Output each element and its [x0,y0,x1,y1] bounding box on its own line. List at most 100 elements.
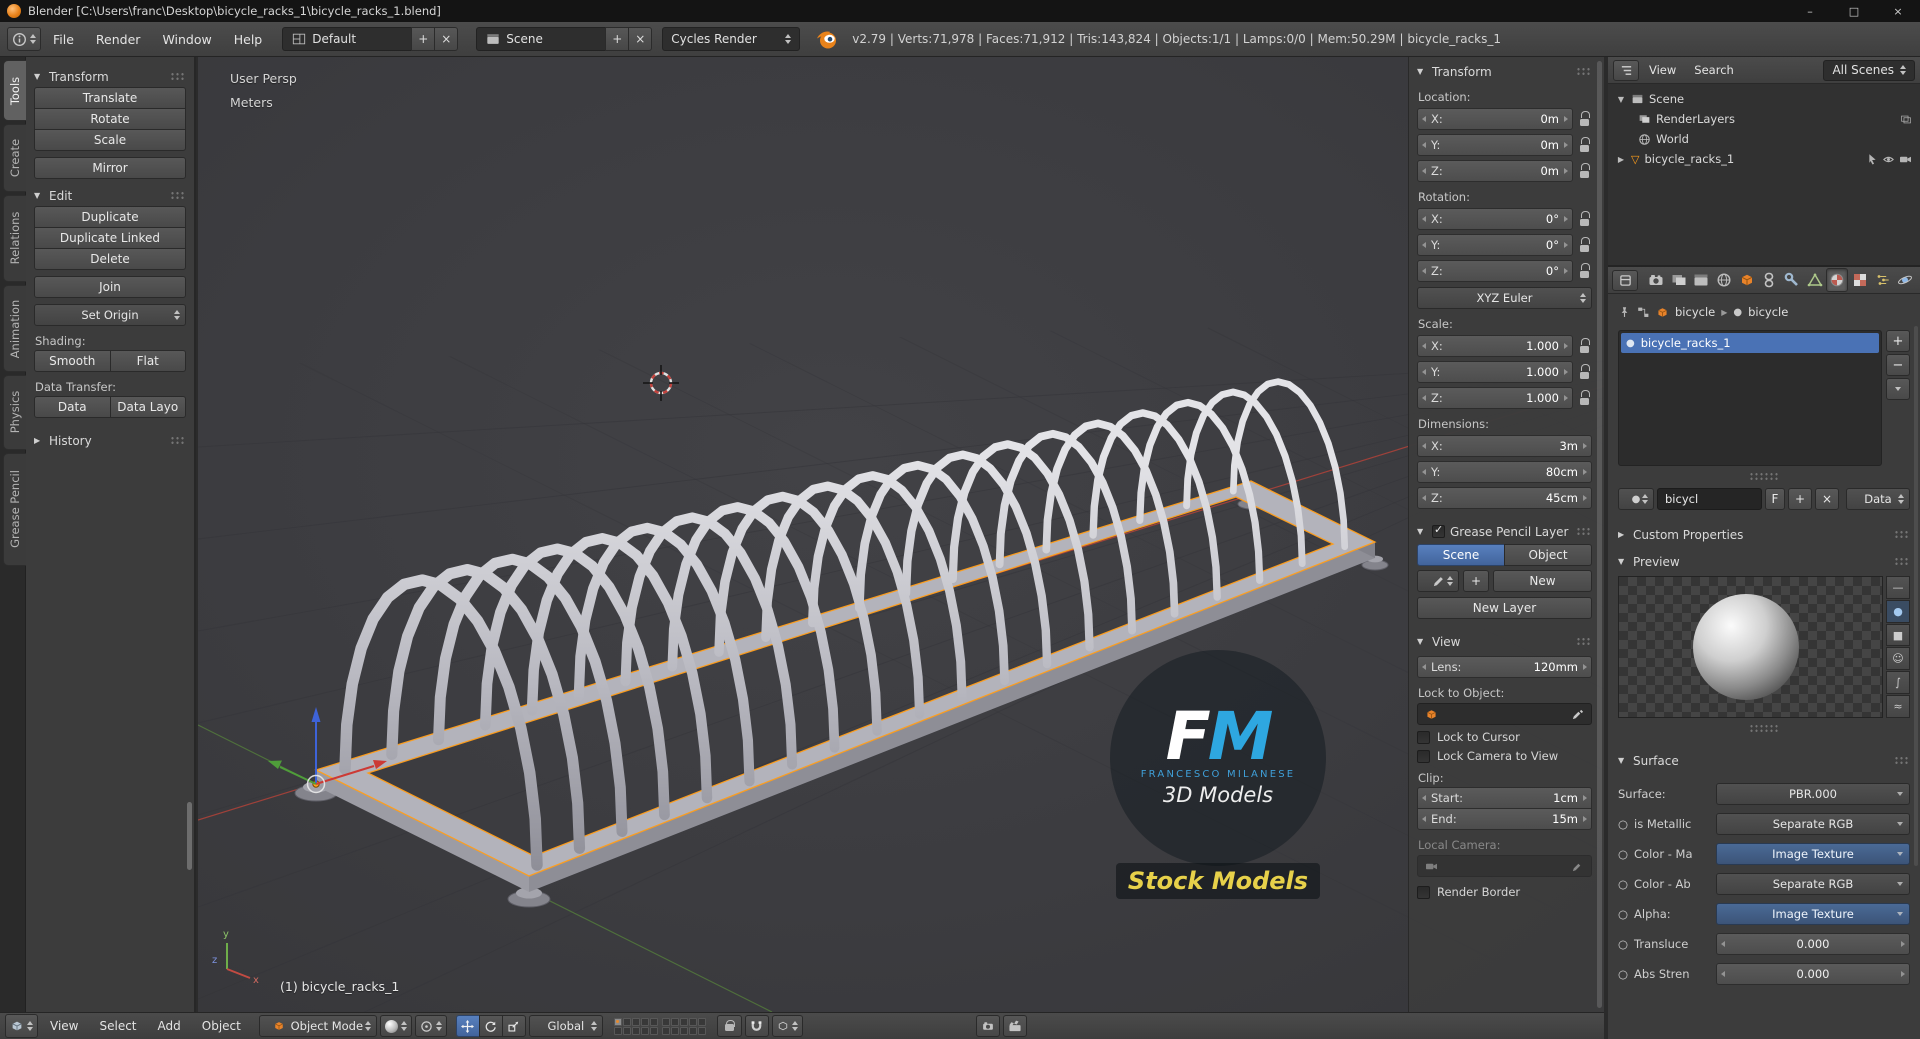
select-menu[interactable]: Select [90,1019,145,1033]
preview-sphere-button[interactable]: ● [1886,599,1910,623]
viewport-shading-select[interactable] [379,1015,412,1037]
layer-toggle[interactable] [679,1026,688,1035]
mirror-button[interactable]: Mirror [34,157,186,179]
scale-button[interactable]: Scale [34,129,186,151]
preview-fluid-button[interactable]: ≈ [1886,695,1910,718]
tool-tab-animation[interactable]: Animation [3,284,26,373]
delete-layout-button[interactable]: × [434,27,459,51]
tab-texture[interactable] [1849,268,1871,292]
layer-toggle[interactable] [649,1026,658,1035]
transform-panel-header[interactable]: ▼ Transform [34,66,186,87]
outliner-search-menu[interactable]: Search [1686,63,1742,77]
surface-header[interactable]: ▼ Surface [1618,750,1910,771]
outliner-item-renderlayers[interactable]: RenderLayers [1634,109,1916,129]
gp-new-layer-button[interactable]: New Layer [1417,597,1592,619]
fake-user-button[interactable]: F [1765,488,1785,510]
data-transfer-button[interactable]: Data [34,396,111,418]
preview-cube-button[interactable]: ■ [1886,623,1910,647]
material-slot-selected[interactable]: ● bicycle_racks_1 [1621,333,1879,353]
layer-toggle[interactable] [679,1017,688,1026]
material-input-number-field[interactable]: 0.000 [1716,933,1910,955]
panel-grip-icon[interactable] [170,436,186,445]
n-panel-scrollbar[interactable] [1597,61,1602,1008]
layer-toggle[interactable] [631,1026,640,1035]
delete-scene-button[interactable]: × [628,27,653,51]
tab-constraints[interactable] [1758,268,1780,292]
3d-scene-canvas[interactable]: y x z [198,57,1604,1012]
snap-toggle-button[interactable] [744,1015,769,1037]
lock-icon[interactable] [1577,336,1592,356]
tool-shelf-scrollbar[interactable] [187,802,192,870]
panel-grip-icon[interactable] [1576,637,1592,646]
add-menu[interactable]: Add [149,1019,190,1033]
shade-flat-button[interactable]: Flat [109,350,186,372]
renderability-camera-icon[interactable] [1899,154,1912,165]
material-name-input[interactable]: bicycl [1657,488,1762,510]
duplicate-button[interactable]: Duplicate [34,206,186,228]
surface-shader-select[interactable]: PBR.000 [1716,783,1910,805]
file-menu[interactable]: File [43,32,84,47]
tab-material[interactable] [1826,268,1849,292]
rotation-z-field[interactable]: Z: 0° [1417,260,1573,282]
unlink-material-button[interactable]: × [1815,488,1839,510]
preview-monkey-button[interactable]: ☺ [1886,647,1910,671]
material-input-menu[interactable]: Separate RGB [1716,813,1910,835]
tab-physics[interactable] [1894,268,1916,292]
orientation-select[interactable]: Global [528,1015,603,1037]
gp-source-object-tab[interactable]: Object [1504,544,1592,566]
tab-render-layers[interactable] [1668,268,1690,292]
breadcrumb-object[interactable]: bicycle [1675,305,1715,319]
opengl-render-button[interactable] [975,1015,1000,1037]
lock-icon[interactable] [1577,209,1592,229]
material-link-select[interactable]: Data [1846,488,1910,510]
lock-camera-checkbox[interactable] [1417,749,1430,763]
maximize-button[interactable]: □ [1832,0,1876,22]
gp-source-scene-tab[interactable]: Scene [1417,544,1505,566]
tab-scene[interactable] [1690,268,1712,292]
tool-tab-create[interactable]: Create [3,124,26,192]
browse-material-button[interactable]: ● [1618,488,1654,510]
tool-tab-relations[interactable]: Relations [3,194,26,282]
tool-tab-grease-pencil[interactable]: Grease Pencil [3,452,26,567]
add-scene-button[interactable]: + [605,27,630,51]
lock-icon[interactable] [1577,135,1592,155]
manipulator-rotate-button[interactable] [478,1015,503,1037]
outliner-item-scene[interactable]: ▼ Scene [1612,89,1916,109]
properties-scrollbar[interactable] [1914,326,1918,866]
history-panel-header[interactable]: ▶ History [34,430,186,451]
minimize-button[interactable]: – [1788,0,1832,22]
set-origin-select[interactable]: Set Origin [34,304,186,326]
panel-grip-icon[interactable] [1749,472,1779,480]
layer-toggle[interactable] [670,1017,679,1026]
manipulator-translate-button[interactable] [455,1015,480,1037]
add-material-button[interactable]: + [1788,488,1812,510]
tab-modifiers[interactable] [1781,268,1803,292]
location-y-field[interactable]: Y: 0m [1417,134,1573,156]
material-input-menu[interactable]: Separate RGB [1716,873,1910,895]
render-menu[interactable]: Render [86,32,151,47]
tab-data[interactable] [1804,268,1826,292]
location-x-field[interactable]: X: 0m [1417,108,1573,130]
pin-icon[interactable] [1618,306,1631,319]
window-menu[interactable]: Window [152,32,221,47]
breadcrumb-data[interactable]: bicycle [1748,305,1788,319]
gp-add-button[interactable]: + [1463,570,1489,592]
scene-lock-button[interactable] [716,1015,742,1037]
outliner-display-filter-select[interactable]: All Scenes [1823,59,1915,81]
translate-button[interactable]: Translate [34,87,186,109]
rotation-y-field[interactable]: Y: 0° [1417,234,1573,256]
scene-field[interactable]: Scene [476,27,607,51]
tab-render[interactable] [1645,268,1667,292]
pivot-center-select[interactable] [414,1015,447,1037]
layer-toggle[interactable] [688,1017,697,1026]
layers-icon[interactable] [1900,114,1912,125]
layer-toggle[interactable] [640,1017,649,1026]
edit-panel-header[interactable]: ▼ Edit [34,185,186,206]
panel-grip-icon[interactable] [1894,756,1910,765]
delete-button[interactable]: Delete [34,248,186,270]
snap-element-select[interactable] [771,1015,803,1037]
layer-toggle[interactable] [649,1017,658,1026]
layer-toggle[interactable] [697,1026,706,1035]
remove-slot-button[interactable]: − [1886,354,1910,376]
panel-grip-icon[interactable] [1576,67,1592,76]
